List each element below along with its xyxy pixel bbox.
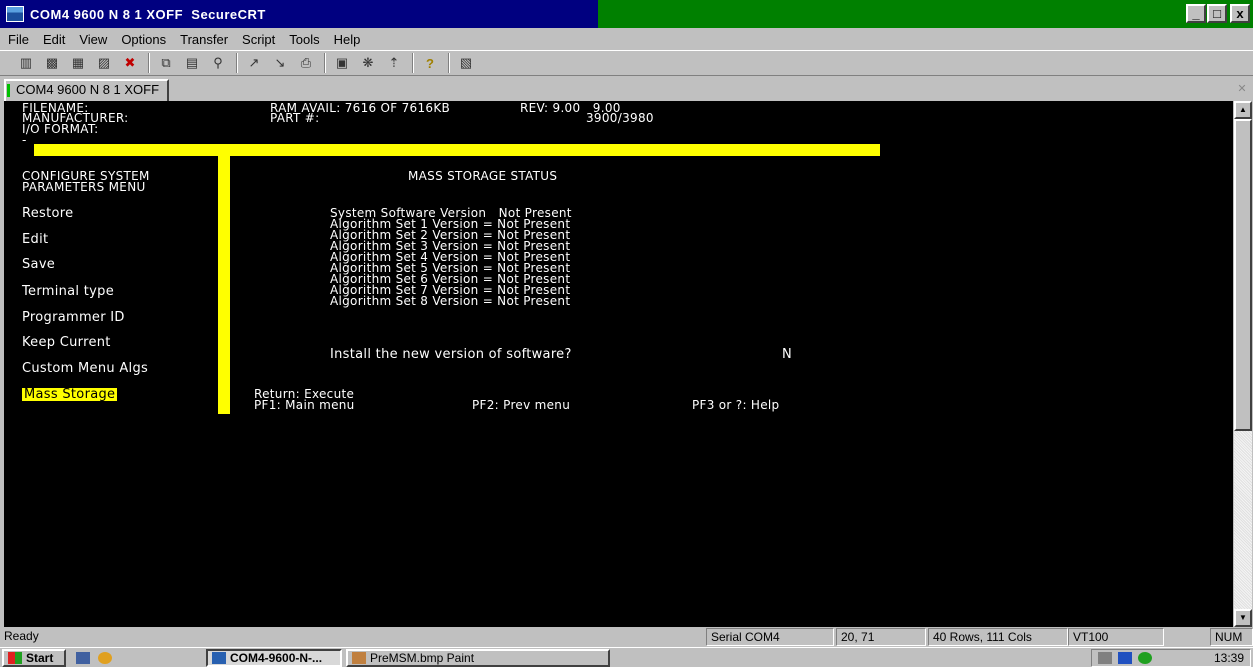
toolbar-separator (148, 53, 150, 73)
tab-session[interactable]: COM4 9600 N 8 1 XOFF (4, 79, 170, 101)
disconnect-icon[interactable]: ✖ (120, 54, 140, 72)
clock[interactable]: 13:39 (1214, 651, 1244, 665)
status-emulation: VT100 (1068, 628, 1164, 646)
menu-divider (218, 144, 230, 414)
part-number-value: 3900/3980 (586, 111, 654, 125)
menu-item-terminal-type[interactable]: Terminal type (22, 285, 114, 298)
menu-subtitle: PARAMETERS MENU (22, 180, 146, 194)
taskbar-item-securecrt[interactable]: COM4-9600-N-... (206, 649, 342, 667)
scrollbar-thumb[interactable] (1234, 119, 1252, 431)
securecrt-window: COM4 9600 N 8 1 XOFF SecureCRT _ □ x Fil… (0, 0, 1253, 667)
print-icon[interactable]: ⎙ (296, 54, 316, 72)
keymap-icon[interactable]: ⇡ (384, 54, 404, 72)
install-prompt: Install the new version of software? (330, 347, 572, 362)
status-terminal-size: 40 Rows, 111 Cols (928, 628, 1068, 646)
toolbar: ▥ ▩ ▦ ▨ ✖ ⧉ ▤ ⚲ ↗ ↘ ⎙ ▣ ❋ ⇡ ? ▧ (0, 50, 1253, 76)
volume-icon[interactable] (1098, 652, 1112, 664)
menu-item-mass-storage-selected[interactable]: Mass Storage (22, 388, 118, 401)
header-divider (34, 144, 880, 156)
menu-transfer[interactable]: Transfer (180, 32, 228, 47)
system-tray: 13:39 (1091, 649, 1251, 667)
window-title: COM4 9600 N 8 1 XOFF SecureCRT (30, 6, 266, 22)
terminal-icon[interactable]: ▧ (456, 54, 476, 72)
menu-view[interactable]: View (79, 32, 107, 47)
close-button[interactable]: x (1230, 4, 1250, 23)
windows-logo-icon (8, 652, 22, 664)
cursor-line: - (22, 133, 27, 147)
menu-item-restore[interactable]: Restore (22, 207, 73, 220)
securecrt-icon (212, 652, 226, 664)
status-cursor-position: 20, 71 (836, 628, 926, 646)
menu-item-keep-current[interactable]: Keep Current (22, 336, 111, 349)
footer-pf3-help: PF3 or ?: Help (692, 398, 780, 412)
desktop-icon[interactable] (76, 652, 90, 664)
connect-tab-icon[interactable]: ▦ (68, 54, 88, 72)
global-options-icon[interactable]: ❋ (358, 54, 378, 72)
minimize-button[interactable]: _ (1186, 4, 1206, 23)
toolbar-separator (236, 53, 238, 73)
toolbar-separator (412, 53, 414, 73)
status-bar: Ready Serial COM4 20, 71 40 Rows, 111 Co… (0, 627, 1253, 647)
status-ready: Ready (4, 629, 39, 643)
terminal-screen[interactable]: FILENAME: MANUFACTURER: I/O FORMAT: - RA… (4, 101, 1233, 627)
start-label: Start (26, 650, 54, 665)
copy-icon[interactable]: ⧉ (156, 54, 176, 72)
network-icon[interactable] (1118, 652, 1132, 664)
quick-launch (72, 649, 128, 667)
help-icon[interactable]: ? (420, 54, 440, 72)
taskbar-item-paint[interactable]: PreMSM.bmp Paint (346, 649, 610, 667)
install-answer[interactable]: N (782, 348, 792, 361)
menu-item-save[interactable]: Save (22, 258, 55, 271)
menu-item-custom-menu-algs[interactable]: Custom Menu Algs (22, 362, 148, 375)
tab-bar: COM4 9600 N 8 1 XOFF ✕ (0, 77, 1253, 101)
toolbar-separator (324, 53, 326, 73)
menu-help[interactable]: Help (334, 32, 361, 47)
title-bar[interactable]: COM4 9600 N 8 1 XOFF SecureCRT _ □ x (0, 0, 1253, 28)
panel-title: MASS STORAGE STATUS (408, 169, 558, 183)
scroll-up-icon[interactable]: ▲ (1234, 101, 1252, 119)
browser-icon[interactable] (98, 652, 112, 664)
status-num-lock: NUM (1210, 628, 1253, 646)
securecrt-app-icon[interactable] (6, 6, 24, 22)
taskbar-item-label: COM4-9600-N-... (230, 650, 323, 665)
part-number-label: PART #: (270, 111, 320, 125)
menu-edit[interactable]: Edit (43, 32, 65, 47)
start-button[interactable]: Start (2, 649, 66, 667)
close-tab-icon[interactable]: ✕ (1235, 82, 1249, 96)
paint-icon (352, 652, 366, 664)
menu-options[interactable]: Options (121, 32, 166, 47)
vertical-scrollbar[interactable]: ▲ ▼ (1233, 101, 1252, 627)
menu-file[interactable]: File (8, 32, 29, 47)
menu-bar: File Edit View Options Transfer Script T… (0, 28, 1253, 50)
maximize-button[interactable]: □ (1207, 4, 1227, 23)
taskbar: Start COM4-9600-N-... PreMSM.bmp Paint 1… (0, 647, 1253, 667)
menu-script[interactable]: Script (242, 32, 275, 47)
footer-pf1-main-menu: PF1: Main menu (254, 398, 355, 412)
menu-tools[interactable]: Tools (289, 32, 319, 47)
connect-icon[interactable]: ▥ (16, 54, 36, 72)
find-icon[interactable]: ⚲ (208, 54, 228, 72)
reconnect-icon[interactable]: ▨ (94, 54, 114, 72)
status-connection: Serial COM4 (706, 628, 834, 646)
scroll-down-icon[interactable]: ▼ (1234, 609, 1252, 627)
footer-pf2-prev-menu: PF2: Prev menu (472, 398, 571, 412)
menu-item-edit[interactable]: Edit (22, 233, 48, 246)
session-options-icon[interactable]: ▣ (332, 54, 352, 72)
io-format-label: I/O FORMAT: (22, 122, 99, 136)
toolbar-separator (448, 53, 450, 73)
monitor-icon[interactable] (1138, 652, 1152, 664)
status-line-algorithm-set-8: Algorithm Set 8 Version = Not Present (330, 294, 571, 308)
taskbar-item-label: PreMSM.bmp Paint (370, 650, 475, 665)
paste-icon[interactable]: ▤ (182, 54, 202, 72)
quick-connect-icon[interactable]: ▩ (42, 54, 62, 72)
send-icon[interactable]: ↗ (244, 54, 264, 72)
receive-icon[interactable]: ↘ (270, 54, 290, 72)
menu-item-programmer-id[interactable]: Programmer ID (22, 311, 125, 324)
